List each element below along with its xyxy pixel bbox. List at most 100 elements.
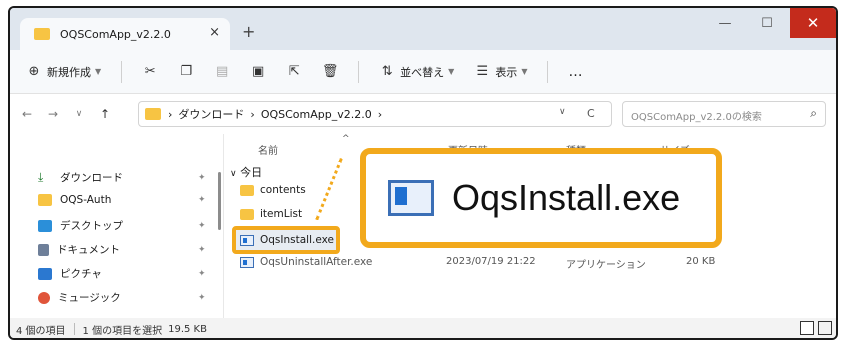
new-tab-button[interactable]: + [242,22,255,41]
refresh-button[interactable]: C [587,107,595,120]
status-divider [73,323,75,335]
download-icon: ⤓ [38,170,44,184]
close-window-button[interactable]: ✕ [790,8,836,38]
pin-icon: ✦ [198,244,206,255]
search-icon: ⌕ [810,106,817,120]
delete-button[interactable]: 🗑 [321,64,339,80]
pin-icon: ✦ [198,292,206,303]
new-button-label: 新規作成 [47,65,91,79]
view-button[interactable]: ☰ 表示 ▼ [474,64,527,80]
sidebar-item-label: ドキュメント [57,244,120,256]
sidebar-item-label: ピクチャ [60,268,102,280]
pin-icon: ✦ [198,172,206,183]
sidebar-item-label: ダウンロード [60,172,123,184]
cut-button[interactable]: ✂ [142,64,158,80]
breadcrumb-separator: › [377,107,383,121]
desktop-icon [38,219,52,232]
list-item[interactable]: OqsUninstallAfter.exe [240,252,372,272]
sidebar-scrollbar[interactable] [218,172,221,230]
zoom-callout: OqsInstall.exe [360,148,722,248]
more-options-button[interactable]: … [568,64,582,80]
sidebar-item-documents[interactable]: ドキュメント ✦ [38,242,206,257]
folder-icon [240,184,254,196]
application-icon [240,256,254,268]
file-date: 2023/07/19 21:22 [446,256,536,267]
group-header-today[interactable]: ∨ 今日 [230,164,262,180]
rename-icon: ▣ [252,64,265,79]
sidebar-item-desktop[interactable]: デスクトップ ✦ [38,218,206,233]
sidebar-item-label: デスクトップ [60,220,123,232]
folder-icon [240,208,254,220]
command-bar: ⊕ 新規作成 ▼ ✂ ❐ ▤ ▣ ⇱ 🗑 ⇅ 並べ替え ▼ ☰ 表示 ▼ … [10,50,836,94]
address-bar[interactable]: › ダウンロード › OQSComApp_v2.2.0 › ∨ C [138,101,612,127]
sidebar-item-downloads[interactable]: ⤓ ダウンロード ✦ [38,170,206,185]
pin-icon: ✦ [198,220,206,231]
details-view-icon[interactable] [800,321,814,335]
toolbar-divider [121,60,123,83]
breadcrumb-separator: › [168,107,173,121]
toolbar-divider [358,60,360,83]
chevron-down-icon: ▼ [448,67,455,76]
trash-icon: 🗑 [321,64,339,79]
navigation-row: ← → ∨ ↑ › ダウンロード › OQSComApp_v2.2.0 › ∨ … [10,94,836,134]
sidebar-item-oqs-auth[interactable]: OQS-Auth ✦ [38,194,206,206]
address-dropdown-button[interactable]: ∨ [559,107,566,117]
minimize-button[interactable]: — [704,8,746,38]
paste-icon: ▤ [216,64,229,79]
sort-icon: ⇅ [381,64,393,79]
list-item[interactable]: itemList [240,204,302,224]
tiles-view-icon[interactable] [818,321,832,335]
application-icon [240,234,254,246]
rename-button[interactable]: ▣ [250,64,266,80]
folder-icon [38,194,52,206]
new-button[interactable]: ⊕ 新規作成 ▼ [26,64,102,80]
title-bar: OQSComApp_v2.2.0 × + — ☐ ✕ [10,8,836,50]
search-placeholder: OQSComApp_v2.2.0の検索 [631,112,762,123]
list-item[interactable]: contents [240,180,306,200]
sidebar-item-pictures[interactable]: ピクチャ ✦ [38,266,206,281]
recent-locations-button[interactable]: ∨ [70,109,88,119]
folder-icon [145,108,161,120]
callout-label: OqsInstall.exe [452,177,681,218]
status-bar: 4 個の項目 1 個の項目を選択 19.5 KB [10,318,836,338]
chevron-down-icon: ∨ [230,169,237,179]
view-button-label: 表示 [495,65,518,79]
music-icon [38,291,50,304]
column-header-name[interactable]: 名前 [258,142,278,157]
sidebar-item-label: OQS-Auth [60,194,112,206]
up-button[interactable]: ↑ [96,107,114,121]
tab-close-icon[interactable]: × [209,25,220,40]
sidebar-item-music[interactable]: ミュージック ✦ [38,290,206,305]
search-input[interactable]: OQSComApp_v2.2.0の検索 ⌕ [622,101,826,127]
sort-button-label: 並べ替え [400,65,445,79]
pin-icon: ✦ [198,195,206,205]
file-name: contents [260,184,306,196]
pictures-icon [38,267,52,280]
selection-size: 19.5 KB [168,323,207,335]
back-button[interactable]: ← [18,107,36,121]
list-view-icon: ☰ [476,64,489,79]
breadcrumb-oqscomapp[interactable]: OQSComApp_v2.2.0 [261,108,372,121]
file-name: OqsUninstallAfter.exe [260,256,373,268]
copy-button[interactable]: ❐ [178,64,194,80]
sidebar-item-label: ミュージック [58,292,121,304]
share-button[interactable]: ⇱ [286,64,302,80]
sort-button[interactable]: ⇅ 並べ替え ▼ [379,64,455,80]
file-type: アプリケーション [566,260,646,271]
forward-button[interactable]: → [44,107,62,121]
file-explorer-window: OQSComApp_v2.2.0 × + — ☐ ✕ ⊕ 新規作成 ▼ ✂ ❐ … [8,6,838,340]
tab-oqscomapp[interactable]: OQSComApp_v2.2.0 × [20,18,230,50]
maximize-button[interactable]: ☐ [746,8,788,38]
toolbar-divider [547,60,549,83]
list-item-selected[interactable]: OqsInstall.exe [240,230,334,250]
breadcrumb-downloads[interactable]: ダウンロード [178,106,244,122]
scissors-icon: ✂ [144,64,156,79]
plus-circle-icon: ⊕ [28,64,40,79]
more-icon: … [568,63,583,80]
folder-icon [34,28,50,40]
chevron-down-icon: ▼ [521,67,528,76]
copy-icon: ❐ [180,64,192,79]
document-icon [38,243,49,256]
share-icon: ⇱ [288,64,300,79]
paste-button[interactable]: ▤ [214,64,230,80]
